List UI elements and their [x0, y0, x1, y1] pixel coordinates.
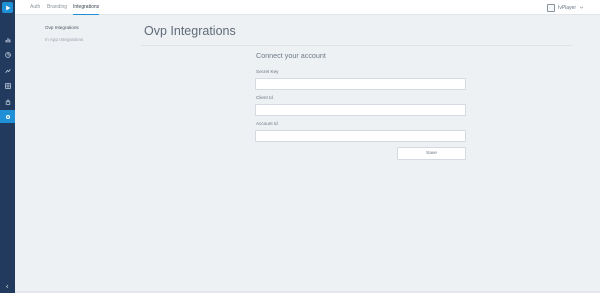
- title-divider: [141, 45, 572, 46]
- section-title: Connect your account: [256, 51, 326, 60]
- pie-chart-icon[interactable]: [0, 48, 15, 61]
- top-bar: Auth Branding Integrations IvPlayer: [15, 0, 600, 15]
- subnav-item-in-app-integrations[interactable]: In App Integrations: [45, 36, 83, 48]
- chevron-left-icon[interactable]: [0, 282, 15, 290]
- account-id-input[interactable]: [255, 130, 466, 142]
- page-title: Ovp Integrations: [144, 24, 236, 38]
- client-id-label: Client Id: [256, 95, 273, 100]
- account-id-label: Account Id: [256, 121, 278, 126]
- grid-icon[interactable]: [0, 79, 15, 92]
- secret-key-label: Secret Key: [256, 69, 279, 74]
- integrations-subnav: Ovp Integrations In App Integrations: [45, 24, 83, 48]
- account-icon: [546, 3, 555, 12]
- secret-key-input[interactable]: [255, 78, 466, 90]
- chevron-down-icon: [579, 6, 584, 9]
- account-menu[interactable]: IvPlayer: [546, 3, 584, 12]
- client-id-input[interactable]: [255, 104, 466, 116]
- play-logo-icon[interactable]: [2, 2, 13, 13]
- tab-auth[interactable]: Auth: [30, 0, 40, 15]
- sidebar-rail: [0, 0, 15, 293]
- subnav-item-ovp-integrations[interactable]: Ovp Integrations: [45, 24, 83, 36]
- tab-branding[interactable]: Branding: [47, 0, 67, 15]
- analytics-icon[interactable]: [0, 64, 15, 77]
- account-name: IvPlayer: [557, 4, 576, 11]
- gear-icon[interactable]: [0, 110, 15, 123]
- save-button[interactable]: Save: [397, 147, 466, 160]
- lock-icon[interactable]: [0, 95, 15, 108]
- tab-integrations[interactable]: Integrations: [73, 0, 100, 15]
- chart-icon[interactable]: [0, 33, 15, 46]
